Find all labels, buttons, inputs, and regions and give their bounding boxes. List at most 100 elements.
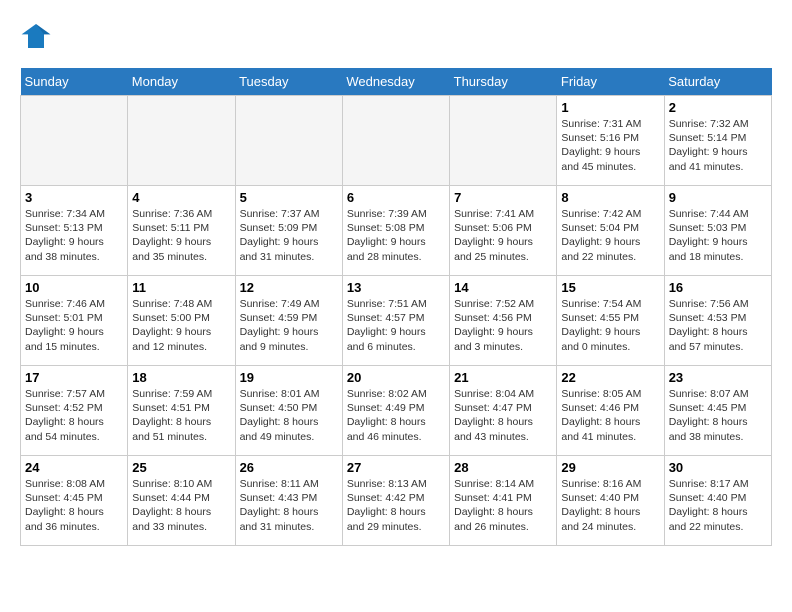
- calendar-cell: 15 Sunrise: 7:54 AM Sunset: 4:55 PM Dayli…: [557, 276, 664, 366]
- calendar-week-4: 17 Sunrise: 7:57 AM Sunset: 4:52 PM Dayli…: [21, 366, 772, 456]
- calendar-week-3: 10 Sunrise: 7:46 AM Sunset: 5:01 PM Dayli…: [21, 276, 772, 366]
- day-header-thursday: Thursday: [450, 68, 557, 96]
- calendar-cell: 28Sunrise: 8:14 AM Sunset: 4:41 PM Dayli…: [450, 456, 557, 546]
- calendar-cell: 23 Sunrise: 8:07 AM Sunset: 4:45 PM Dayli…: [664, 366, 771, 456]
- calendar-cell: 24 Sunrise: 8:08 AM Sunset: 4:45 PM Dayli…: [21, 456, 128, 546]
- day-info: Sunrise: 8:07 AM Sunset: 4:45 PM Dayligh…: [669, 387, 767, 444]
- day-number: 11: [132, 280, 230, 295]
- calendar-cell: 3Sunrise: 7:34 AM Sunset: 5:13 PM Daylig…: [21, 186, 128, 276]
- day-number: 22: [561, 370, 659, 385]
- day-number: 20: [347, 370, 445, 385]
- logo: [20, 20, 56, 52]
- calendar: SundayMondayTuesdayWednesdayThursdayFrid…: [20, 68, 772, 546]
- calendar-cell: 18 Sunrise: 7:59 AM Sunset: 4:51 PM Dayli…: [128, 366, 235, 456]
- calendar-cell: [450, 96, 557, 186]
- day-number: 3: [25, 190, 123, 205]
- day-header-saturday: Saturday: [664, 68, 771, 96]
- day-info: Sunrise: 7:49 AM Sunset: 4:59 PM Dayligh…: [240, 297, 338, 354]
- day-info: Sunrise: 7:51 AM Sunset: 4:57 PM Dayligh…: [347, 297, 445, 354]
- day-info: Sunrise: 8:17 AM Sunset: 4:40 PM Dayligh…: [669, 477, 767, 534]
- day-number: 1: [561, 100, 659, 115]
- day-info: Sunrise: 8:11 AM Sunset: 4:43 PM Dayligh…: [240, 477, 338, 534]
- day-info: Sunrise: 7:54 AM Sunset: 4:55 PM Dayligh…: [561, 297, 659, 354]
- day-number: 9: [669, 190, 767, 205]
- day-info: Sunrise: 8:10 AM Sunset: 4:44 PM Dayligh…: [132, 477, 230, 534]
- day-info: Sunrise: 8:02 AM Sunset: 4:49 PM Dayligh…: [347, 387, 445, 444]
- day-number: 14: [454, 280, 552, 295]
- calendar-cell: 17 Sunrise: 7:57 AM Sunset: 4:52 PM Dayli…: [21, 366, 128, 456]
- calendar-cell: [235, 96, 342, 186]
- day-header-friday: Friday: [557, 68, 664, 96]
- day-number: 8: [561, 190, 659, 205]
- calendar-cell: 29 Sunrise: 8:16 AM Sunset: 4:40 PM Dayli…: [557, 456, 664, 546]
- calendar-cell: 5Sunrise: 7:37 AM Sunset: 5:09 PM Daylig…: [235, 186, 342, 276]
- day-number: 17: [25, 370, 123, 385]
- day-number: 6: [347, 190, 445, 205]
- calendar-cell: 4 Sunrise: 7:36 AM Sunset: 5:11 PM Daylig…: [128, 186, 235, 276]
- day-number: 13: [347, 280, 445, 295]
- day-info: Sunrise: 7:59 AM Sunset: 4:51 PM Dayligh…: [132, 387, 230, 444]
- calendar-cell: 22 Sunrise: 8:05 AM Sunset: 4:46 PM Dayli…: [557, 366, 664, 456]
- calendar-cell: 27 Sunrise: 8:13 AM Sunset: 4:42 PM Dayli…: [342, 456, 449, 546]
- calendar-cell: [21, 96, 128, 186]
- calendar-cell: 7Sunrise: 7:41 AM Sunset: 5:06 PM Daylig…: [450, 186, 557, 276]
- day-number: 19: [240, 370, 338, 385]
- calendar-cell: 12 Sunrise: 7:49 AM Sunset: 4:59 PM Dayli…: [235, 276, 342, 366]
- calendar-cell: 30Sunrise: 8:17 AM Sunset: 4:40 PM Dayli…: [664, 456, 771, 546]
- calendar-cell: 2 Sunrise: 7:32 AM Sunset: 5:14 PM Daylig…: [664, 96, 771, 186]
- calendar-cell: 1 Sunrise: 7:31 AM Sunset: 5:16 PM Daylig…: [557, 96, 664, 186]
- day-number: 25: [132, 460, 230, 475]
- day-number: 18: [132, 370, 230, 385]
- calendar-week-1: 1 Sunrise: 7:31 AM Sunset: 5:16 PM Daylig…: [21, 96, 772, 186]
- day-info: Sunrise: 8:13 AM Sunset: 4:42 PM Dayligh…: [347, 477, 445, 534]
- day-info: Sunrise: 7:56 AM Sunset: 4:53 PM Dayligh…: [669, 297, 767, 354]
- day-number: 2: [669, 100, 767, 115]
- day-number: 24: [25, 460, 123, 475]
- day-info: Sunrise: 8:16 AM Sunset: 4:40 PM Dayligh…: [561, 477, 659, 534]
- day-info: Sunrise: 8:04 AM Sunset: 4:47 PM Dayligh…: [454, 387, 552, 444]
- calendar-cell: [342, 96, 449, 186]
- logo-icon: [20, 20, 52, 52]
- calendar-cell: 20 Sunrise: 8:02 AM Sunset: 4:49 PM Dayli…: [342, 366, 449, 456]
- day-number: 16: [669, 280, 767, 295]
- calendar-cell: [128, 96, 235, 186]
- day-info: Sunrise: 8:08 AM Sunset: 4:45 PM Dayligh…: [25, 477, 123, 534]
- day-info: Sunrise: 7:48 AM Sunset: 5:00 PM Dayligh…: [132, 297, 230, 354]
- day-header-tuesday: Tuesday: [235, 68, 342, 96]
- calendar-header-row: SundayMondayTuesdayWednesdayThursdayFrid…: [21, 68, 772, 96]
- day-info: Sunrise: 7:42 AM Sunset: 5:04 PM Dayligh…: [561, 207, 659, 264]
- day-header-sunday: Sunday: [21, 68, 128, 96]
- day-info: Sunrise: 7:41 AM Sunset: 5:06 PM Dayligh…: [454, 207, 552, 264]
- day-number: 12: [240, 280, 338, 295]
- calendar-week-5: 24 Sunrise: 8:08 AM Sunset: 4:45 PM Dayli…: [21, 456, 772, 546]
- day-number: 29: [561, 460, 659, 475]
- calendar-cell: 10 Sunrise: 7:46 AM Sunset: 5:01 PM Dayli…: [21, 276, 128, 366]
- calendar-cell: 9Sunrise: 7:44 AM Sunset: 5:03 PM Daylig…: [664, 186, 771, 276]
- day-info: Sunrise: 8:01 AM Sunset: 4:50 PM Dayligh…: [240, 387, 338, 444]
- day-number: 23: [669, 370, 767, 385]
- day-info: Sunrise: 7:37 AM Sunset: 5:09 PM Dayligh…: [240, 207, 338, 264]
- day-info: Sunrise: 7:36 AM Sunset: 5:11 PM Dayligh…: [132, 207, 230, 264]
- calendar-cell: 11 Sunrise: 7:48 AM Sunset: 5:00 PM Dayli…: [128, 276, 235, 366]
- day-header-wednesday: Wednesday: [342, 68, 449, 96]
- day-info: Sunrise: 7:32 AM Sunset: 5:14 PM Dayligh…: [669, 117, 767, 174]
- calendar-cell: 26Sunrise: 8:11 AM Sunset: 4:43 PM Dayli…: [235, 456, 342, 546]
- page-header: [20, 20, 772, 52]
- calendar-cell: 25 Sunrise: 8:10 AM Sunset: 4:44 PM Dayli…: [128, 456, 235, 546]
- calendar-cell: 14 Sunrise: 7:52 AM Sunset: 4:56 PM Dayli…: [450, 276, 557, 366]
- day-info: Sunrise: 7:52 AM Sunset: 4:56 PM Dayligh…: [454, 297, 552, 354]
- day-number: 4: [132, 190, 230, 205]
- calendar-cell: 21Sunrise: 8:04 AM Sunset: 4:47 PM Dayli…: [450, 366, 557, 456]
- calendar-cell: 16 Sunrise: 7:56 AM Sunset: 4:53 PM Dayli…: [664, 276, 771, 366]
- day-header-monday: Monday: [128, 68, 235, 96]
- day-number: 10: [25, 280, 123, 295]
- day-info: Sunrise: 7:57 AM Sunset: 4:52 PM Dayligh…: [25, 387, 123, 444]
- day-info: Sunrise: 8:05 AM Sunset: 4:46 PM Dayligh…: [561, 387, 659, 444]
- day-number: 15: [561, 280, 659, 295]
- day-info: Sunrise: 7:39 AM Sunset: 5:08 PM Dayligh…: [347, 207, 445, 264]
- day-info: Sunrise: 7:46 AM Sunset: 5:01 PM Dayligh…: [25, 297, 123, 354]
- calendar-cell: 8 Sunrise: 7:42 AM Sunset: 5:04 PM Daylig…: [557, 186, 664, 276]
- day-info: Sunrise: 7:31 AM Sunset: 5:16 PM Dayligh…: [561, 117, 659, 174]
- day-number: 27: [347, 460, 445, 475]
- calendar-cell: 19 Sunrise: 8:01 AM Sunset: 4:50 PM Dayli…: [235, 366, 342, 456]
